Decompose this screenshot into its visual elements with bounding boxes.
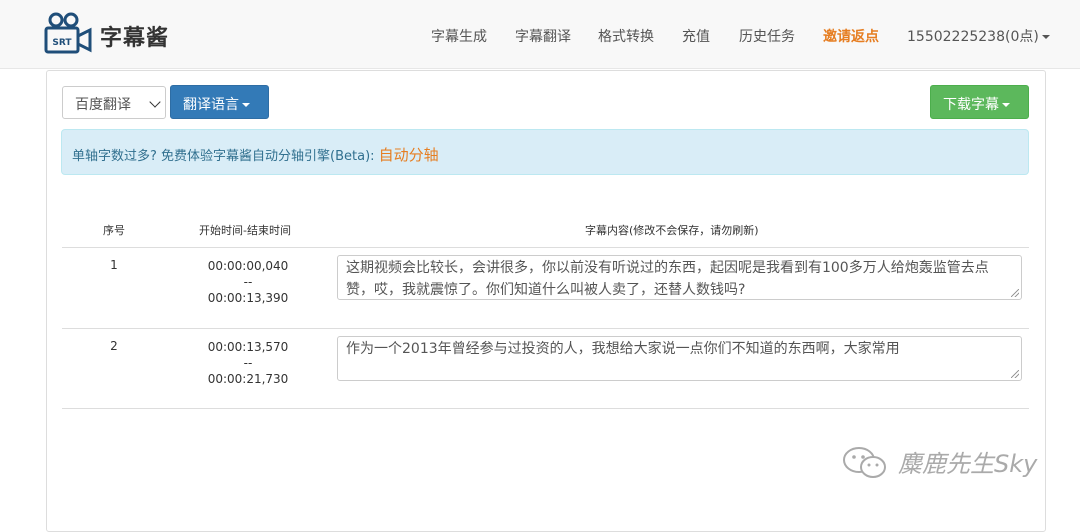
column-header-index: 序号 [103, 224, 125, 237]
alert-text: 单轴字数过多? 免费体验字幕酱自动分轴引擎(Beta): [72, 149, 379, 164]
info-alert: 单轴字数过多? 免费体验字幕酱自动分轴引擎(Beta): 自动分轴 [61, 129, 1029, 175]
nav-recharge[interactable]: 充值 [682, 26, 710, 46]
subtitle-content-text: 这期视频会比较长，会讲很多，你以前没有听说过的东西，起因呢是我看到有100多万人… [346, 260, 989, 298]
translate-language-button[interactable]: 翻译语言 [170, 85, 269, 119]
brand-name[interactable]: 字幕酱 [100, 20, 169, 52]
table-divider [62, 408, 1029, 409]
table-divider [62, 247, 1029, 248]
download-subtitle-button[interactable]: 下载字幕 [930, 85, 1029, 119]
nav-format-convert[interactable]: 格式转换 [598, 26, 654, 46]
row-end-time: 00:00:21,730 [207, 372, 289, 386]
resize-grip-icon[interactable] [1011, 370, 1019, 378]
nav-invite-rebate[interactable]: 邀请返点 [823, 26, 879, 46]
row-end-time: 00:00:13,390 [207, 291, 289, 305]
translate-language-label: 翻译语言 [183, 97, 239, 113]
translation-engine-select[interactable]: 百度翻译 [62, 86, 166, 119]
nav-history-tasks[interactable]: 历史任务 [739, 26, 795, 46]
account-menu[interactable]: 15502225238(0点) [907, 26, 1050, 46]
row-time-range: 00:00:00,040 -- 00:00:13,390 [193, 258, 303, 306]
nav-subtitle-translate[interactable]: 字幕翻译 [515, 26, 571, 46]
subtitle-content-textarea[interactable]: 这期视频会比较长，会讲很多，你以前没有听说过的东西，起因呢是我看到有100多万人… [337, 255, 1022, 300]
row-time-separator: -- [243, 275, 253, 289]
nav-subtitle-generate[interactable]: 字幕生成 [431, 26, 487, 46]
engine-select-value: 百度翻译 [75, 97, 131, 113]
row-index: 2 [110, 339, 118, 353]
caret-down-icon [1041, 35, 1050, 39]
row-time-range: 00:00:13,570 -- 00:00:21,730 [193, 339, 303, 387]
table-divider [62, 328, 1029, 329]
row-start-time: 00:00:13,570 [207, 340, 289, 354]
watermark-text: 麋鹿先生Sky [898, 450, 1038, 478]
resize-grip-icon[interactable] [1011, 289, 1019, 297]
download-subtitle-label: 下载字幕 [943, 97, 999, 113]
top-navbar: SRT 字幕酱 字幕生成 字幕翻译 格式转换 充值 历史任务 邀请返点 1550… [0, 0, 1080, 69]
chevron-down-icon [149, 96, 161, 108]
srt-camera-logo-icon[interactable]: SRT [44, 12, 92, 54]
subtitle-content-text: 作为一个2013年曾经参与过投资的人，我想给大家说一点你们不知道的东西啊，大家常… [346, 341, 900, 357]
subtitle-content-textarea[interactable]: 作为一个2013年曾经参与过投资的人，我想给大家说一点你们不知道的东西啊，大家常… [337, 336, 1022, 381]
row-time-separator: -- [243, 356, 253, 370]
column-header-time: 开始时间-结束时间 [199, 224, 291, 237]
auto-split-link[interactable]: 自动分轴 [379, 146, 439, 164]
row-start-time: 00:00:00,040 [207, 259, 289, 273]
caret-down-icon [1002, 103, 1010, 107]
row-index: 1 [110, 258, 118, 272]
column-header-content: 字幕内容(修改不会保存，请勿刷新) [585, 224, 759, 237]
svg-text:SRT: SRT [52, 38, 72, 48]
account-label: 15502225238(0点) [907, 29, 1039, 45]
wechat-logo-icon [843, 447, 886, 478]
caret-down-icon [242, 103, 250, 107]
